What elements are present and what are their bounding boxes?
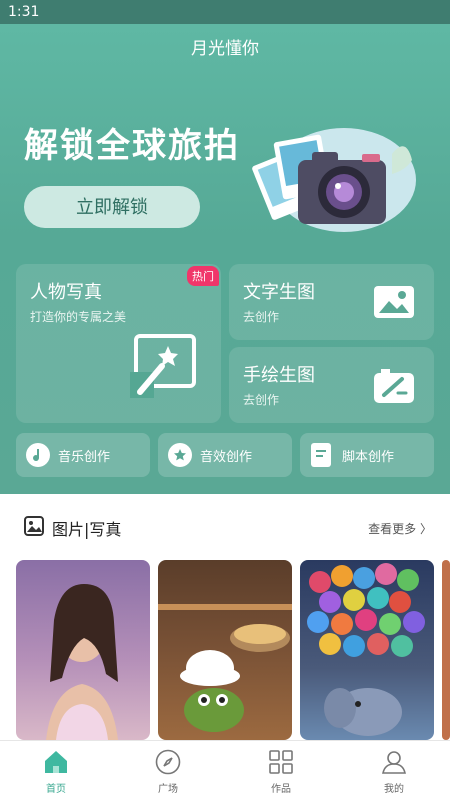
- tab-mine[interactable]: 我的: [338, 745, 450, 797]
- hero-area: 月光懂你 解锁全球旅拍 立即解锁 热门 人物写真 打造你的专属之美 文字生图 去…: [0, 24, 450, 494]
- tab-plaza-label: 广场: [158, 784, 178, 795]
- text-to-image-title: 文字生图: [243, 282, 315, 303]
- sketch-to-image-subtitle: 去创作: [243, 393, 280, 407]
- section-title: 图片|写真: [52, 520, 122, 539]
- tab-home[interactable]: 首页: [0, 745, 112, 797]
- home-icon: [45, 751, 67, 773]
- see-more-link[interactable]: 查看更多 〉: [368, 520, 432, 537]
- unlock-button[interactable]: 立即解锁: [24, 186, 200, 228]
- app-title: 月光懂你: [191, 39, 259, 59]
- document-icon: [311, 443, 331, 467]
- banner-title: 解锁全球旅拍: [24, 126, 240, 166]
- music-creation-label: 音乐创作: [58, 450, 111, 465]
- text-to-image-card[interactable]: 文字生图 去创作: [229, 264, 434, 340]
- tab-mine-label: 我的: [384, 784, 404, 795]
- tab-works-label: 作品: [271, 784, 291, 795]
- status-bar: 1:31: [0, 0, 450, 24]
- portrait-card-title: 人物写真: [30, 282, 102, 303]
- turtle-chef-thumbnail[interactable]: [158, 560, 292, 740]
- hot-badge: 热门: [187, 266, 219, 286]
- grid-icon: [269, 750, 293, 774]
- magic-wand-image-icon: [130, 334, 196, 398]
- music-creation-button[interactable]: 音乐创作: [16, 433, 150, 477]
- gallery-section: 图片|写真 查看更多 〉: [0, 494, 450, 740]
- elephant-balloons-thumbnail[interactable]: [300, 560, 434, 740]
- status-time: 1:31: [8, 4, 40, 20]
- star-icon: [168, 443, 192, 467]
- user-icon: [382, 751, 406, 774]
- gallery-icon: [24, 516, 44, 536]
- compass-icon: [155, 749, 181, 775]
- script-creation-button[interactable]: 脚本创作: [300, 433, 434, 477]
- music-note-icon: [26, 443, 50, 467]
- tab-works[interactable]: 作品: [225, 745, 337, 797]
- bottom-tab-bar: 首页 广场 作品 我的: [0, 740, 450, 800]
- camera-illustration: [252, 128, 416, 232]
- tab-home-label: 首页: [46, 784, 66, 795]
- portrait-photo-thumbnail[interactable]: [16, 560, 150, 740]
- sketch-icon: [374, 369, 414, 403]
- portrait-card-subtitle: 打造你的专属之美: [30, 310, 127, 324]
- script-creation-label: 脚本创作: [342, 450, 395, 465]
- tab-plaza[interactable]: 广场: [112, 745, 224, 797]
- image-icon: [374, 286, 414, 318]
- sketch-to-image-card[interactable]: 手绘生图 去创作: [229, 347, 434, 423]
- sound-effect-button[interactable]: 音效创作: [158, 433, 292, 477]
- sound-effect-label: 音效创作: [200, 450, 253, 465]
- text-to-image-subtitle: 去创作: [243, 310, 280, 324]
- partial-thumbnail[interactable]: [442, 560, 450, 740]
- sketch-to-image-title: 手绘生图: [243, 365, 315, 386]
- portrait-card[interactable]: 热门 人物写真 打造你的专属之美: [16, 264, 221, 423]
